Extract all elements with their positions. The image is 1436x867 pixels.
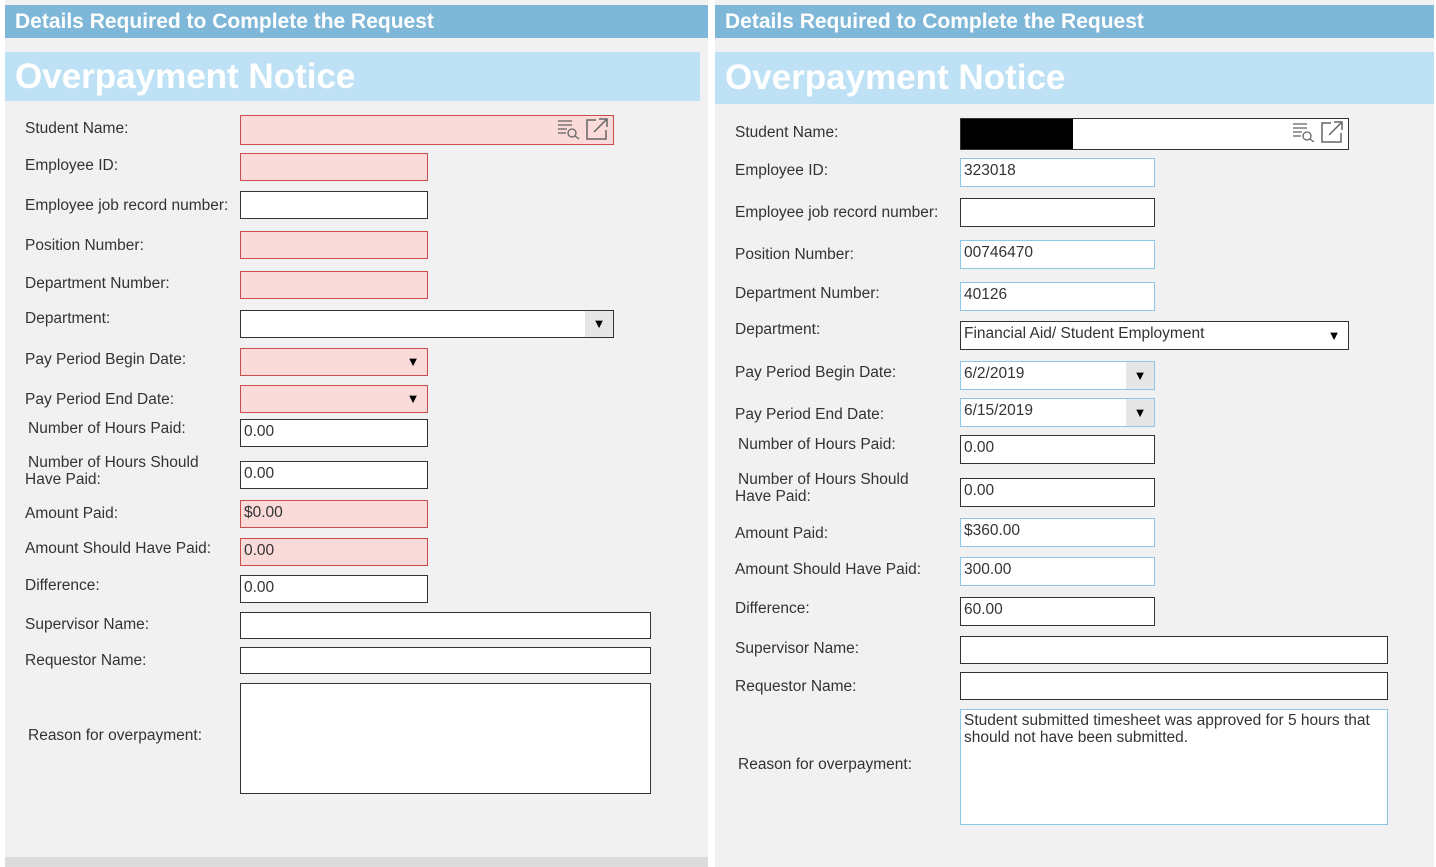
position-number-field[interactable] [240, 231, 428, 259]
employee-id-label: Employee ID: [25, 157, 119, 174]
department-number-field[interactable] [240, 271, 428, 299]
pay-end-label: Pay Period End Date: [735, 406, 885, 423]
form-panel-right: Details Required to Complete the Request… [715, 0, 1434, 867]
hours-paid-label: Number of Hours Paid: [28, 420, 186, 437]
employee-id-field[interactable] [240, 153, 428, 181]
job-record-label: Employee job record number: [25, 197, 229, 214]
open-external-icon[interactable] [585, 117, 609, 141]
hours-paid-field[interactable]: 0.00 [960, 435, 1155, 464]
department-label: Department: [25, 310, 111, 327]
reason-textarea[interactable]: Student submitted timesheet was approved… [960, 709, 1388, 825]
department-number-label: Department Number: [735, 285, 880, 302]
student-name-field[interactable] [960, 118, 1349, 150]
difference-label: Difference: [735, 600, 810, 617]
pay-begin-label: Pay Period Begin Date: [735, 364, 897, 381]
hours-paid-label: Number of Hours Paid: [738, 436, 896, 453]
amount-paid-field[interactable]: $0.00 [240, 500, 428, 528]
reason-label: Reason for overpayment: [28, 727, 203, 744]
pay-begin-date[interactable]: 6/2/2019 ▼ [960, 361, 1155, 390]
chevron-down-icon[interactable]: ▼ [399, 349, 427, 375]
requestor-field[interactable] [240, 647, 651, 674]
student-name-label: Student Name: [735, 124, 839, 141]
redacted-name-block [961, 119, 1073, 149]
supervisor-label: Supervisor Name: [735, 640, 860, 657]
list-search-icon[interactable] [1292, 121, 1316, 143]
department-number-field[interactable]: 40126 [960, 282, 1155, 311]
amount-should-label: Amount Should Have Paid: [735, 561, 922, 578]
department-select[interactable]: Financial Aid/ Student Employment ▼ [960, 321, 1349, 350]
panel-bottom-edge [5, 857, 708, 867]
requestor-label: Requestor Name: [735, 678, 857, 695]
department-number-label: Department Number: [25, 275, 170, 292]
department-select[interactable]: ▼ [240, 310, 614, 338]
pay-end-date[interactable]: ▼ [240, 385, 428, 413]
requestor-field[interactable] [960, 672, 1388, 700]
department-label: Department: [735, 321, 821, 338]
position-number-label: Position Number: [735, 246, 854, 263]
chevron-down-icon[interactable]: ▼ [1320, 322, 1348, 349]
employee-id-field[interactable]: 323018 [960, 158, 1155, 187]
difference-field[interactable]: 60.00 [960, 597, 1155, 626]
requestor-label: Requestor Name: [25, 652, 147, 669]
amount-paid-field[interactable]: $360.00 [960, 518, 1155, 547]
difference-label: Difference: [25, 577, 100, 594]
chevron-down-icon[interactable]: ▼ [1126, 362, 1154, 389]
hours-should-label: Number of Hours Should Have Paid: [25, 454, 199, 488]
amount-should-field[interactable]: 0.00 [240, 538, 428, 566]
form-title: Overpayment Notice [715, 52, 1434, 104]
chevron-down-icon[interactable]: ▼ [585, 311, 613, 337]
job-record-field[interactable] [240, 191, 428, 219]
chevron-down-icon[interactable]: ▼ [1126, 399, 1154, 426]
pay-end-date[interactable]: 6/15/2019 ▼ [960, 398, 1155, 427]
employee-id-label: Employee ID: [735, 162, 829, 179]
pay-begin-label: Pay Period Begin Date: [25, 351, 187, 368]
student-name-field[interactable] [240, 115, 614, 145]
amount-paid-label: Amount Paid: [25, 505, 119, 522]
open-external-icon[interactable] [1320, 120, 1344, 144]
supervisor-field[interactable] [960, 636, 1388, 664]
hours-should-label: Number of Hours Should Have Paid: [735, 471, 909, 505]
form-title: Overpayment Notice [5, 52, 700, 101]
section-header: Details Required to Complete the Request [715, 5, 1434, 38]
pay-begin-date[interactable]: ▼ [240, 348, 428, 376]
chevron-down-icon[interactable]: ▼ [399, 386, 427, 412]
reason-label: Reason for overpayment: [738, 756, 913, 773]
hours-should-field[interactable]: 0.00 [240, 461, 428, 489]
position-number-field[interactable]: 00746470 [960, 240, 1155, 269]
amount-paid-label: Amount Paid: [735, 525, 829, 542]
supervisor-label: Supervisor Name: [25, 616, 150, 633]
position-number-label: Position Number: [25, 237, 144, 254]
pay-end-label: Pay Period End Date: [25, 391, 175, 408]
student-name-label: Student Name: [25, 120, 129, 137]
job-record-field[interactable] [960, 198, 1155, 227]
amount-should-label: Amount Should Have Paid: [25, 540, 212, 557]
hours-paid-field[interactable]: 0.00 [240, 419, 428, 447]
section-header: Details Required to Complete the Request [5, 5, 708, 38]
hours-should-field[interactable]: 0.00 [960, 478, 1155, 507]
difference-field[interactable]: 0.00 [240, 575, 428, 603]
list-search-icon[interactable] [557, 118, 581, 140]
form-panel-left: Details Required to Complete the Request… [5, 0, 708, 867]
reason-textarea[interactable] [240, 683, 651, 794]
job-record-label: Employee job record number: [735, 204, 939, 221]
amount-should-field[interactable]: 300.00 [960, 557, 1155, 586]
supervisor-field[interactable] [240, 612, 651, 639]
